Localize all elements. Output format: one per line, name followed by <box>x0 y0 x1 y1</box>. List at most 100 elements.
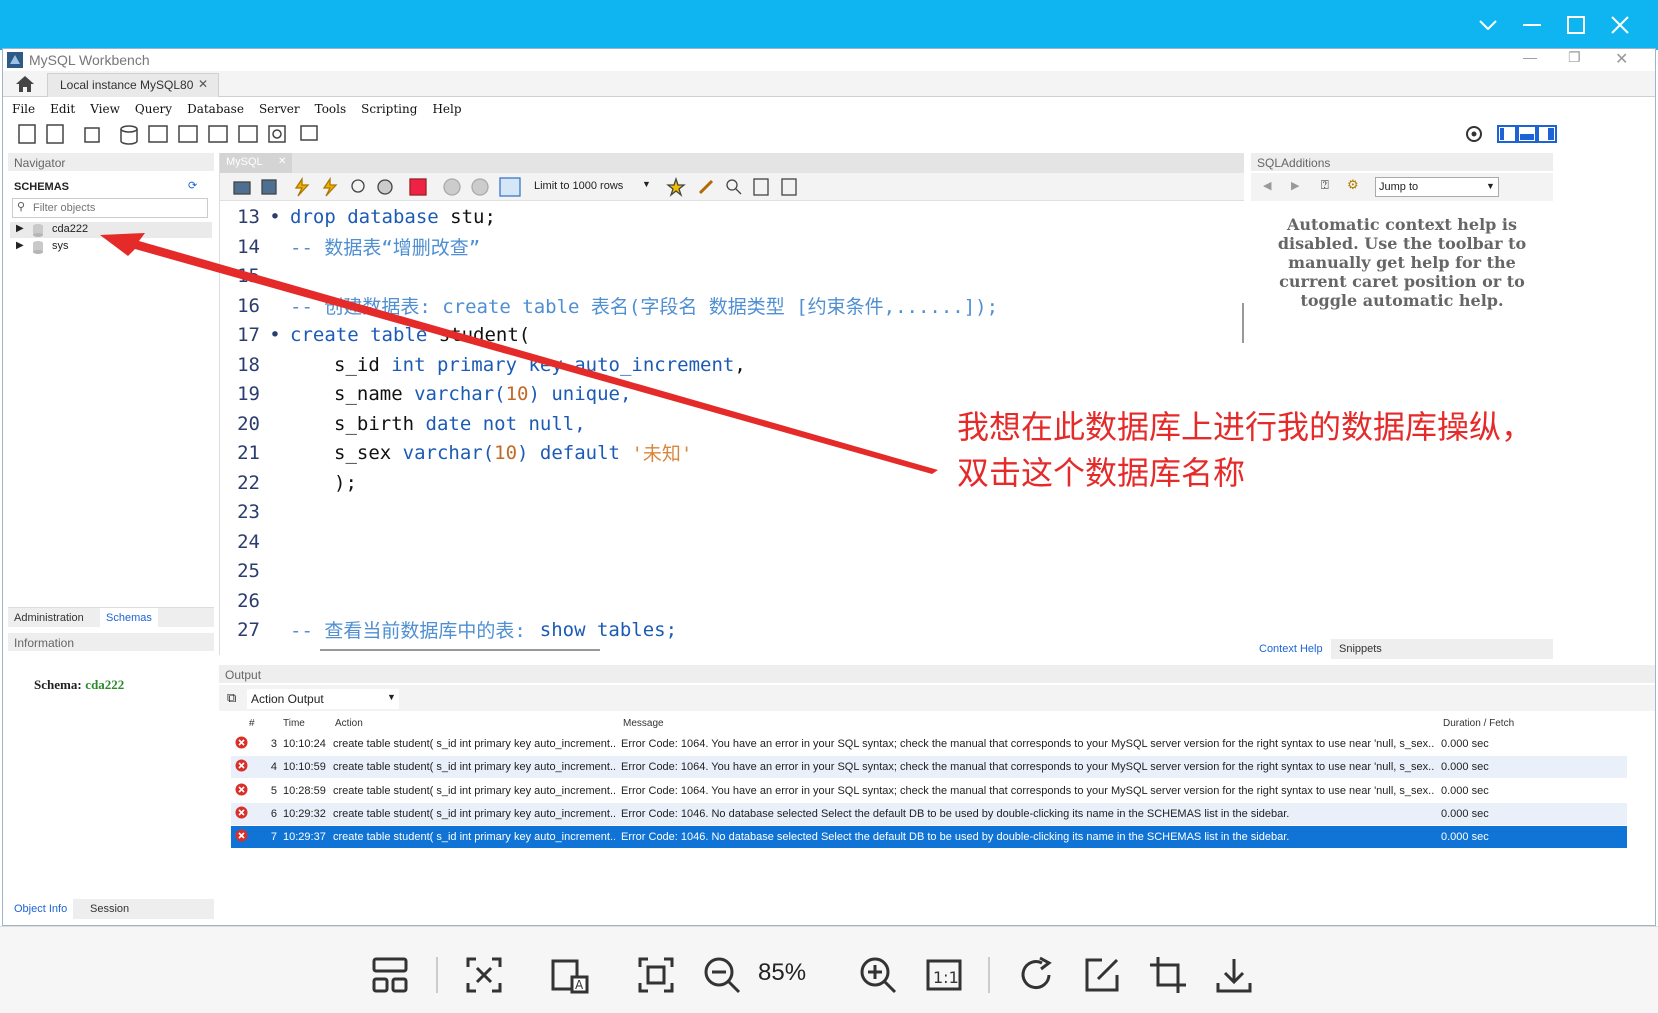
copy-icon[interactable]: ⧉ <box>227 690 236 706</box>
layout-toggle[interactable] <box>1497 124 1559 144</box>
fullscreen-icon[interactable] <box>636 955 676 995</box>
output-row[interactable]: 6 10:29:32 create table student( s_id int … <box>231 802 1627 826</box>
download-icon[interactable] <box>1214 955 1254 995</box>
error-icon <box>235 759 249 775</box>
code-line: 16 -- 创建数据表: create table 表名(字段名 数据类型 [约束… <box>237 294 999 319</box>
app-minimize-icon[interactable]: — <box>1523 49 1537 65</box>
app-title-bar: MySQL Workbench — ❐ ✕ <box>3 49 1655 71</box>
col-num[interactable]: # <box>249 718 255 729</box>
manual-help-icon[interactable]: ⍰ <box>1321 177 1329 193</box>
invisible-chars-icon <box>753 178 769 196</box>
error-icon <box>235 736 249 752</box>
tab-session[interactable]: Session <box>90 903 129 915</box>
expand-arrow-icon[interactable]: ▶ <box>16 240 24 251</box>
tab-snippets[interactable]: Snippets <box>1339 643 1382 655</box>
output-row[interactable]: 5 10:28:59 create table student( s_id int … <box>231 779 1627 803</box>
auto-help-icon[interactable]: ⚙ <box>1347 177 1359 193</box>
jump-to-select[interactable]: Jump to ▼ <box>1375 177 1499 197</box>
row-time: 10:10:59 <box>283 761 326 774</box>
tab-administration[interactable]: Administration <box>14 612 84 624</box>
tab-object-info[interactable]: Object Info <box>8 899 74 919</box>
row-time: 10:28:59 <box>283 784 326 797</box>
col-duration[interactable]: Duration / Fetch <box>1443 718 1514 729</box>
code-line: 18 s_id int primary key auto_increment, <box>237 353 746 376</box>
menu-tools[interactable]: Tools <box>315 102 347 116</box>
editor-tab[interactable]: MySQL ✕ <box>220 153 292 173</box>
menu-server[interactable]: Server <box>259 102 300 116</box>
actual-size-icon[interactable]: 1:1 <box>924 955 964 995</box>
chevron-down-icon[interactable] <box>1470 8 1506 42</box>
dropdown-arrow-icon[interactable]: ▼ <box>642 179 651 189</box>
rotate-icon[interactable] <box>1016 955 1056 995</box>
search-table-icon <box>268 125 286 143</box>
menu-database[interactable]: Database <box>187 102 244 116</box>
error-icon <box>235 806 249 822</box>
output-grid-header: # Time Action Message Duration / Fetch <box>231 715 1627 733</box>
row-duration: 0.000 sec <box>1441 738 1489 750</box>
app-close-icon[interactable]: ✕ <box>1615 49 1628 69</box>
forward-icon[interactable]: ▶ <box>1291 179 1299 192</box>
output-mode-select[interactable]: Action Output ▼ <box>247 689 399 709</box>
schema-item-cda222[interactable]: ▶ cda222 <box>10 222 212 238</box>
create-schema-icon <box>120 125 138 133</box>
row-number: 7 <box>270 831 277 844</box>
schema-info: Schema: cda222 <box>34 677 124 693</box>
minimize-icon[interactable] <box>1514 8 1550 42</box>
menu-view[interactable]: View <box>90 102 120 116</box>
col-message[interactable]: Message <box>623 718 664 729</box>
col-action[interactable]: Action <box>335 718 363 729</box>
edit-icon[interactable] <box>1082 955 1122 995</box>
col-time[interactable]: Time <box>283 718 305 729</box>
workbench-logo-icon <box>7 52 23 68</box>
horizontal-scrollbar[interactable] <box>320 649 600 651</box>
navigator-tabs: Administration Schemas <box>8 607 214 628</box>
menu-query[interactable]: Query <box>135 102 172 116</box>
vertical-scrollbar[interactable] <box>1242 303 1244 343</box>
connection-tab[interactable]: Local instance MySQL80 ✕ <box>47 73 219 97</box>
tab-schemas[interactable]: Schemas <box>100 608 158 628</box>
database-icon <box>33 224 43 237</box>
autocommit-icon <box>499 177 521 197</box>
filter-input[interactable] <box>33 200 203 216</box>
gallery-icon[interactable] <box>370 955 410 995</box>
app-title: MySQL Workbench <box>29 52 150 68</box>
maximize-icon[interactable] <box>1558 8 1594 42</box>
tab-context-help[interactable]: Context Help <box>1251 639 1331 659</box>
fit-icon[interactable] <box>464 955 504 995</box>
settings-gear-icon[interactable] <box>1465 125 1483 143</box>
reconnect-icon <box>300 125 318 141</box>
schema-item-sys[interactable]: ▶ sys <box>10 239 212 255</box>
editor-tab-close-icon[interactable]: ✕ <box>278 156 286 167</box>
information-header: Information <box>8 633 214 651</box>
sql-additions-tabs: Context Help Snippets <box>1251 639 1553 659</box>
menu-help[interactable]: Help <box>432 102 461 116</box>
viewer-title-bar <box>0 0 1658 50</box>
menu-scripting[interactable]: Scripting <box>361 102 417 116</box>
zoom-in-icon[interactable] <box>858 955 898 995</box>
back-icon[interactable]: ◀ <box>1263 179 1271 192</box>
code-line: 17 • create table student( <box>237 323 531 346</box>
limit-rows-select[interactable]: Limit to 1000 rows <box>534 180 623 192</box>
row-action: create table student( s_id int primary k… <box>333 761 615 774</box>
find-icon <box>726 179 738 191</box>
menu-edit[interactable]: Edit <box>50 102 75 116</box>
crop-icon[interactable] <box>1148 955 1188 995</box>
zoom-out-icon[interactable] <box>702 955 742 995</box>
create-view-icon <box>178 125 198 143</box>
refresh-icon[interactable]: ⟳ <box>188 179 197 192</box>
menu-file[interactable]: File <box>12 102 35 116</box>
expand-arrow-icon[interactable]: ▶ <box>16 223 24 234</box>
code-line: 25 <box>237 559 260 582</box>
ocr-icon[interactable]: A <box>550 955 590 995</box>
row-action: create table student( s_id int primary k… <box>333 831 615 844</box>
rollback-icon <box>471 178 489 196</box>
row-duration: 0.000 sec <box>1441 761 1489 774</box>
close-icon[interactable] <box>1602 8 1638 42</box>
sql-additions-header: SQLAdditions <box>1251 153 1553 171</box>
home-icon[interactable] <box>15 75 35 93</box>
output-row[interactable]: 7 10:29:37 create table student( s_id int … <box>231 826 1627 850</box>
tab-close-icon[interactable]: ✕ <box>198 77 208 91</box>
output-row[interactable]: 3 10:10:24 create table student( s_id int … <box>231 733 1627 756</box>
output-row[interactable]: 4 10:10:59 create table student( s_id int … <box>231 756 1627 780</box>
app-restore-icon[interactable]: ❐ <box>1568 49 1581 66</box>
